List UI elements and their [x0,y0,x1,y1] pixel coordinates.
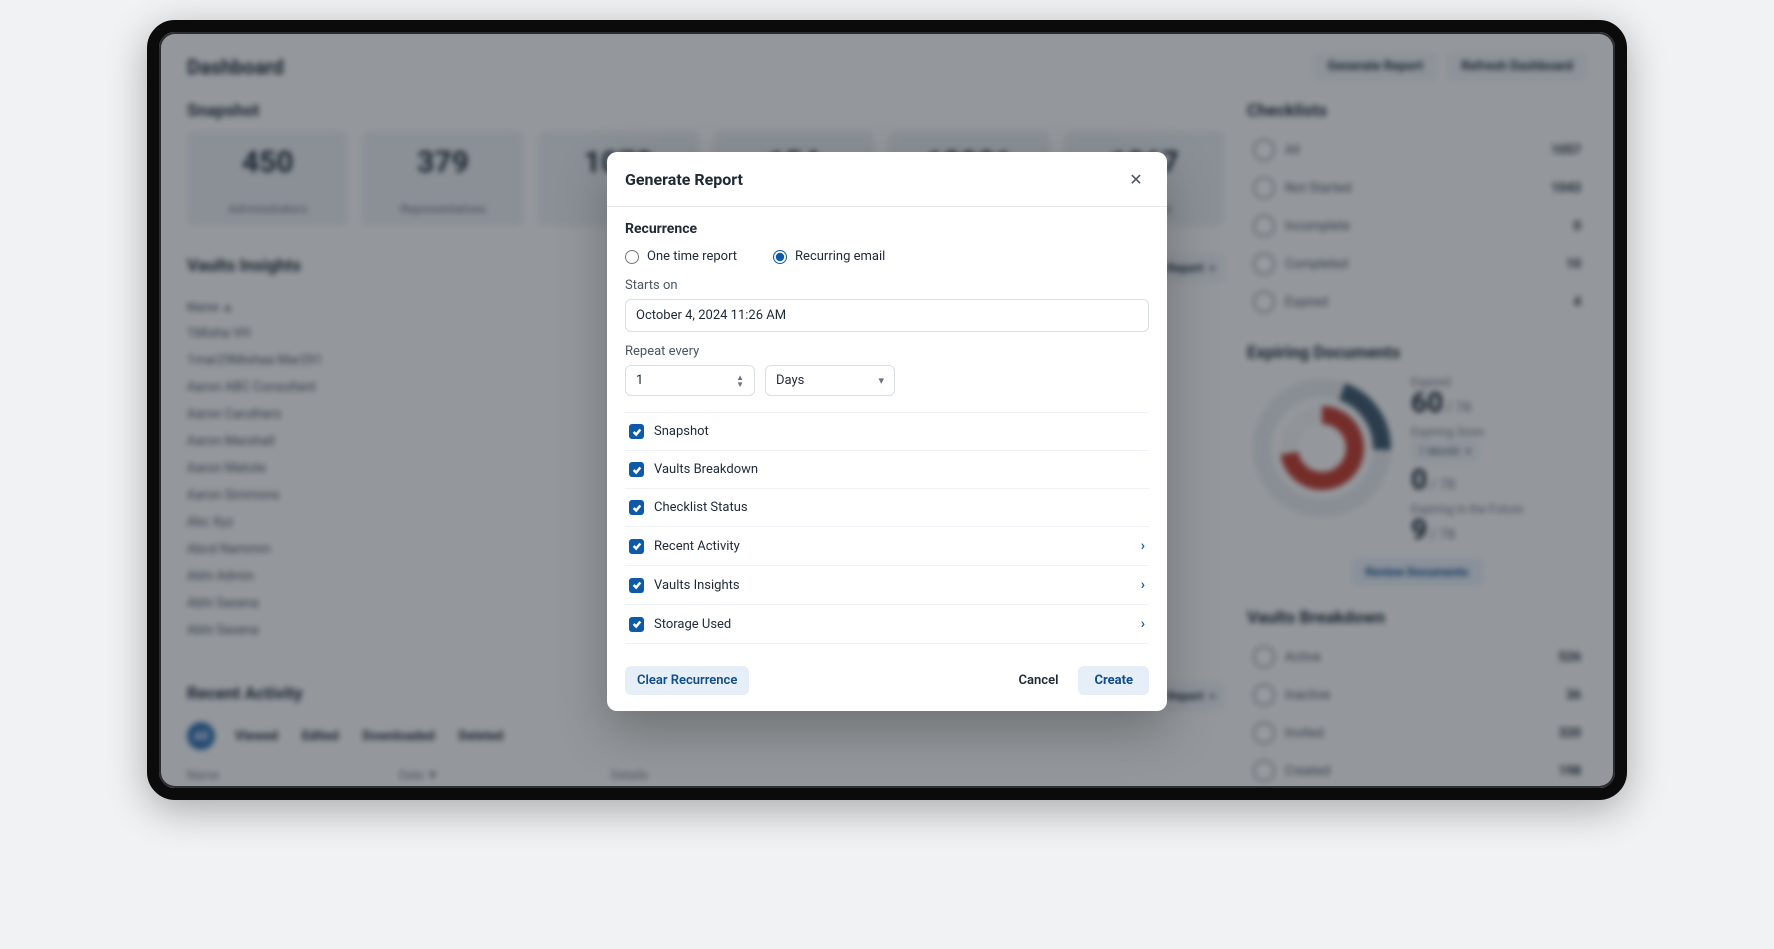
report-section-row[interactable]: Storage Used› [625,605,1149,644]
starts-on-input[interactable] [625,299,1149,332]
cancel-button[interactable]: Cancel [1011,666,1067,695]
clear-recurrence-button[interactable]: Clear Recurrence [625,666,749,695]
report-section-row[interactable]: Recent Activity› [625,527,1149,566]
checkbox-checked-icon[interactable] [629,424,644,439]
create-button[interactable]: Create [1078,666,1149,695]
close-icon[interactable]: ✕ [1123,166,1149,192]
report-section-row[interactable]: Vaults Insights› [625,566,1149,605]
repeat-unit-select[interactable]: Days▾ [765,365,895,396]
checkbox-checked-icon[interactable] [629,617,644,632]
modal-overlay: Generate Report ✕ Recurrence One time re… [159,32,1615,788]
chevron-down-icon: ▾ [878,374,884,387]
chevron-right-icon[interactable]: › [1141,577,1145,593]
recurrence-label: Recurrence [625,221,1149,237]
checkbox-checked-icon[interactable] [629,500,644,515]
starts-on-label: Starts on [625,278,1149,293]
generate-report-modal: Generate Report ✕ Recurrence One time re… [607,152,1167,711]
modal-title: Generate Report [625,170,743,189]
report-section-row[interactable]: Vaults Breakdown [625,451,1149,489]
chevron-right-icon[interactable]: › [1141,616,1145,632]
one-time-radio[interactable]: One time report [625,249,737,264]
report-sections-list: SnapshotVaults BreakdownChecklist Status… [625,412,1149,644]
recurring-email-radio[interactable]: Recurring email [773,249,885,264]
report-section-row[interactable]: Checklist Status [625,489,1149,527]
checkbox-checked-icon[interactable] [629,539,644,554]
report-section-row[interactable]: Snapshot [625,413,1149,451]
checkbox-checked-icon[interactable] [629,462,644,477]
stepper-icon[interactable]: ▲▼ [736,374,744,388]
checkbox-checked-icon[interactable] [629,578,644,593]
chevron-right-icon[interactable]: › [1141,538,1145,554]
repeat-number-input[interactable]: 1 ▲▼ [625,365,755,396]
repeat-every-label: Repeat every [625,344,1149,359]
